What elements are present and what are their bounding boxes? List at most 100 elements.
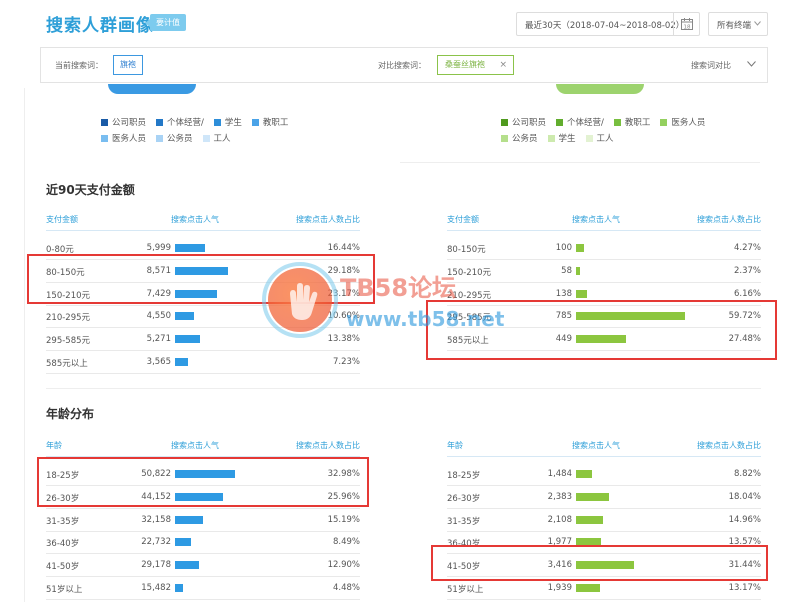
share-bar	[576, 584, 601, 592]
row-percent: 4.48%	[332, 583, 360, 593]
share-bar	[576, 266, 581, 275]
legend-swatch	[585, 134, 593, 142]
header-underline	[447, 456, 761, 457]
row-value: 58	[561, 265, 572, 276]
column-header[interactable]: 支付金额	[447, 214, 479, 225]
legend-swatch	[213, 118, 221, 126]
table-row[interactable]: 585元以上 3,565 7.23%	[46, 352, 360, 374]
column-header[interactable]: 年龄	[46, 440, 62, 451]
compare-bar: 当前搜索词： 旗袍 对比搜索词： 桑蚕丝旗袍 × 搜索词对比	[40, 47, 768, 83]
row-divider	[46, 599, 360, 600]
legend-item[interactable]: 学生	[547, 132, 576, 144]
row-label: 18-25岁	[447, 471, 481, 481]
section-title-pay: 近90天支付金额	[46, 183, 135, 197]
occupation-pie-right	[556, 84, 644, 94]
legend-item[interactable]: 工人	[202, 132, 231, 144]
row-percent: 6.16%	[733, 288, 761, 299]
legend-item[interactable]: 医务人员	[660, 116, 705, 128]
legend-item[interactable]: 公司职员	[101, 116, 146, 128]
title-badge: 要计值	[145, 14, 186, 31]
table-row[interactable]: 36-40岁 22,732 8.49%	[46, 532, 360, 555]
page-title: 搜索人群画像	[46, 16, 154, 36]
row-percent: 14.96%	[728, 514, 761, 525]
compare-term-label: 对比搜索词：	[378, 61, 426, 70]
compare-toggle-label: 搜索词对比	[691, 61, 731, 70]
header-underline	[447, 230, 761, 231]
compare-toggle[interactable]: 搜索词对比	[691, 60, 756, 71]
column-header[interactable]: 支付金额	[46, 214, 78, 225]
legend-row: 公司职员 个体经营/学生 教职工	[101, 114, 288, 130]
legend-swatch	[101, 118, 108, 126]
table-row[interactable]: 41-50岁 29,178 12.90%	[46, 555, 360, 578]
share-bar	[175, 335, 200, 344]
calendar-icon[interactable]: 18	[673, 13, 699, 35]
row-label: 31-35岁	[46, 516, 80, 527]
legend-right: 公司职员 个体经营/教职工 医务人员公务员 学生 工人	[501, 114, 705, 146]
legend-swatch	[202, 134, 210, 142]
legend-label: 工人	[213, 134, 231, 144]
table-row[interactable]: 51岁以上 15,482 4.48%	[46, 578, 360, 600]
close-icon[interactable]: ×	[499, 56, 507, 74]
column-header[interactable]: 搜索点击人数占比	[627, 214, 761, 225]
share-bar	[175, 358, 189, 366]
legend-item[interactable]: 工人	[585, 132, 614, 144]
legend-item[interactable]: 教职工	[613, 116, 651, 128]
legend-label: 教职工	[624, 118, 651, 128]
table-row[interactable]: 31-35岁 32,158 15.19%	[46, 510, 360, 532]
column-header[interactable]: 搜索点击人气	[572, 214, 620, 225]
table-row[interactable]: 150-210元 58 2.37%	[447, 261, 761, 283]
row-value: 5,271	[146, 334, 171, 345]
legend-item[interactable]: 学生	[213, 116, 242, 128]
column-header[interactable]: 搜索点击人气	[171, 214, 219, 225]
table-row[interactable]: 31-35岁 2,108 14.96%	[447, 510, 761, 532]
legend-item[interactable]: 个体经营/	[556, 116, 604, 128]
row-label: 41-50岁	[46, 562, 80, 573]
table-row[interactable]: 80-150元 100 4.27%	[447, 238, 761, 260]
section-title-age: 年龄分布	[46, 407, 95, 421]
table-row[interactable]: 18-25岁 1,484 8.82%	[447, 464, 761, 486]
legend-item[interactable]: 公务员	[501, 132, 538, 144]
row-value: 29,178	[141, 560, 171, 571]
row-label: 51岁以上	[46, 585, 83, 595]
divider	[400, 162, 760, 163]
legend-swatch	[101, 134, 108, 142]
legend-row: 公务员 学生 工人	[501, 130, 705, 146]
legend-swatch	[251, 118, 259, 126]
row-value: 5,999	[146, 243, 171, 253]
share-bar	[175, 312, 195, 321]
column-header[interactable]: 搜索点击人数占比	[226, 214, 360, 225]
legend-item[interactable]: 医务人员	[101, 132, 146, 144]
row-percent: 13.17%	[728, 583, 761, 593]
row-percent: 16.44%	[327, 243, 360, 253]
row-percent: 7.23%	[332, 357, 360, 367]
table-row[interactable]: 51岁以上 1,939 13.17%	[447, 578, 761, 600]
row-label: 295-585元	[46, 336, 91, 347]
share-bar	[175, 584, 184, 592]
table-row[interactable]: 26-30岁 2,383 18.04%	[447, 487, 761, 509]
column-header[interactable]: 搜索点击人气	[171, 440, 219, 451]
compare-term-chip[interactable]: 桑蚕丝旗袍 ×	[437, 55, 514, 75]
terminal-select-value: 所有终端	[717, 21, 752, 31]
legend-swatch	[660, 118, 668, 126]
terminal-select[interactable]: 所有终端	[708, 12, 768, 36]
hand-icon	[268, 268, 332, 332]
column-header[interactable]: 搜索点击人气	[572, 440, 620, 451]
column-header[interactable]: 年龄	[447, 440, 463, 451]
row-percent: 8.82%	[733, 469, 761, 479]
legend-item[interactable]: 教职工	[251, 116, 288, 128]
row-value: 22,732	[141, 537, 171, 548]
share-bar	[576, 470, 593, 478]
highlight-box	[37, 457, 369, 507]
date-range-text: 最近30天（2018-07-04~2018-08-02）	[525, 21, 685, 31]
row-value: 138	[555, 288, 572, 299]
legend-item[interactable]: 公司职员	[501, 116, 546, 128]
row-divider	[46, 373, 360, 374]
column-header[interactable]: 搜索点击人数占比	[226, 440, 360, 451]
date-range-picker[interactable]: 最近30天（2018-07-04~2018-08-02） 18	[516, 12, 700, 36]
column-header[interactable]: 搜索点击人数占比	[627, 440, 761, 451]
legend-item[interactable]: 个体经营/	[156, 116, 204, 128]
current-term-chip[interactable]: 旗袍	[113, 55, 143, 75]
legend-item[interactable]: 公务员	[156, 132, 193, 144]
row-label: 26-30岁	[447, 493, 481, 504]
legend-label: 个体经营/	[567, 118, 604, 128]
